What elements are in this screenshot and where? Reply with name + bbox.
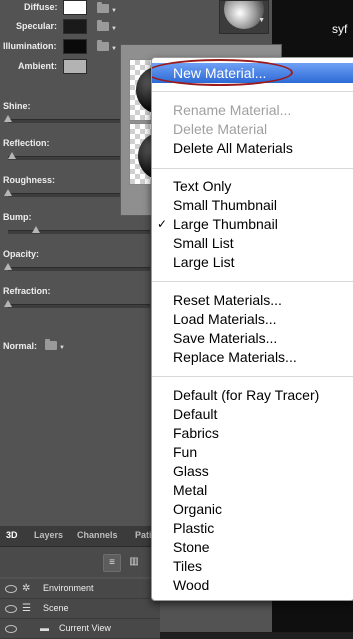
scene-row-current-view[interactable]: ▬ Current View — [0, 619, 160, 639]
menu-item-preset-fun[interactable]: Fun — [173, 444, 197, 460]
slider-track[interactable] — [8, 230, 150, 234]
filter-scene-icon[interactable]: ≡ — [103, 554, 121, 572]
menu-item-preset-tiles[interactable]: Tiles — [173, 558, 202, 574]
normal-texture-folder-icon[interactable]: ▼ — [45, 339, 65, 351]
slider-label: Roughness: — [3, 175, 56, 185]
ambient-color-swatch[interactable] — [63, 59, 87, 74]
highlight-circle-annotation — [152, 59, 293, 86]
slider-thumb[interactable] — [8, 152, 17, 159]
menu-item-text-only[interactable]: Text Only — [173, 178, 231, 194]
environment-icon: ✲ — [22, 583, 31, 594]
menu-item-preset-metal[interactable]: Metal — [173, 482, 207, 498]
specular-texture-folder-icon[interactable]: ▼ — [97, 20, 117, 32]
illumination-color-swatch[interactable] — [63, 39, 87, 54]
menu-separator — [152, 281, 353, 282]
slider-thumb[interactable] — [4, 300, 12, 307]
diffuse-texture-folder-icon[interactable]: ▼ — [97, 2, 117, 14]
slider-label: Shine: — [3, 101, 31, 111]
trash-icon[interactable]: ▥ — [126, 554, 142, 570]
specular-color-swatch[interactable] — [63, 19, 87, 34]
illumination-texture-folder-icon[interactable]: ▼ — [97, 40, 117, 52]
tab-channels[interactable]: Channels — [77, 530, 118, 540]
menu-separator — [152, 91, 353, 92]
diffuse-label: Diffuse: — [24, 2, 58, 12]
slider-label: Reflection: — [3, 138, 50, 148]
menu-item-preset-stone[interactable]: Stone — [173, 539, 210, 555]
scene-icon: ☰ — [22, 603, 31, 614]
canvas-label: syf — [332, 22, 348, 36]
illumination-label: Illumination: — [3, 41, 57, 51]
slider-track[interactable] — [8, 267, 150, 271]
menu-item-preset-default[interactable]: Default — [173, 406, 217, 422]
tab-paths[interactable]: Pati — [135, 530, 152, 540]
material-sphere-icon — [224, 1, 264, 29]
menu-item-preset-organic[interactable]: Organic — [173, 501, 222, 517]
ambient-label: Ambient: — [18, 61, 57, 71]
normal-label: Normal: — [3, 341, 38, 351]
menu-item-load-materials[interactable]: Load Materials... — [173, 311, 277, 327]
specular-label: Specular: — [16, 21, 58, 31]
menu-item-preset-default-ray-tracer[interactable]: Default (for Ray Tracer) — [173, 387, 319, 403]
menu-item-small-list[interactable]: Small List — [173, 235, 234, 251]
visibility-eye-icon[interactable] — [5, 585, 17, 593]
menu-item-preset-fabrics[interactable]: Fabrics — [173, 425, 219, 441]
scene-row-label: Scene — [43, 603, 69, 613]
slider-label: Opacity: — [3, 249, 40, 259]
scene-toolbar: ≡ ▥ — [0, 547, 160, 577]
scene-row-label: Environment — [43, 583, 94, 593]
visibility-eye-icon[interactable] — [5, 605, 17, 613]
slider-thumb[interactable] — [32, 226, 41, 233]
menu-item-preset-plastic[interactable]: Plastic — [173, 520, 214, 536]
menu-item-delete-material[interactable]: Delete Material — [173, 121, 267, 137]
diffuse-color-swatch[interactable] — [63, 0, 87, 15]
slider-label: Bump: — [3, 212, 32, 222]
slider-thumb[interactable] — [4, 189, 12, 196]
slider-label: Refraction: — [3, 286, 51, 296]
material-preview-button[interactable]: ▼ — [219, 0, 269, 34]
material-options-menu: New Material... Rename Material... Delet… — [151, 57, 353, 601]
menu-item-large-thumbnail[interactable]: Large Thumbnail — [173, 216, 278, 232]
chevron-down-icon: ▼ — [258, 17, 265, 24]
menu-item-rename-material[interactable]: Rename Material... — [173, 102, 291, 118]
tab-3d[interactable]: 3D — [6, 530, 18, 540]
menu-item-small-thumbnail[interactable]: Small Thumbnail — [173, 197, 277, 213]
panel-tab-bar: 3D Layers Channels Pati — [0, 526, 160, 547]
menu-separator — [152, 168, 353, 169]
menu-item-preset-glass[interactable]: Glass — [173, 463, 209, 479]
checkmark-icon: ✓ — [157, 217, 168, 231]
menu-item-delete-all-materials[interactable]: Delete All Materials — [173, 140, 293, 156]
menu-item-replace-materials[interactable]: Replace Materials... — [173, 349, 297, 365]
menu-separator — [152, 376, 353, 377]
scene-row-environment[interactable]: ✲ Environment — [0, 579, 160, 599]
menu-item-reset-materials[interactable]: Reset Materials... — [173, 292, 282, 308]
scene-row-scene[interactable]: ☰ Scene — [0, 599, 160, 619]
slider-thumb[interactable] — [4, 263, 12, 270]
tab-layers[interactable]: Layers — [34, 530, 63, 540]
slider-track[interactable] — [8, 304, 150, 308]
menu-item-large-list[interactable]: Large List — [173, 254, 234, 270]
menu-item-save-materials[interactable]: Save Materials... — [173, 330, 277, 346]
slider-thumb[interactable] — [4, 115, 12, 122]
menu-item-preset-wood[interactable]: Wood — [173, 577, 209, 593]
